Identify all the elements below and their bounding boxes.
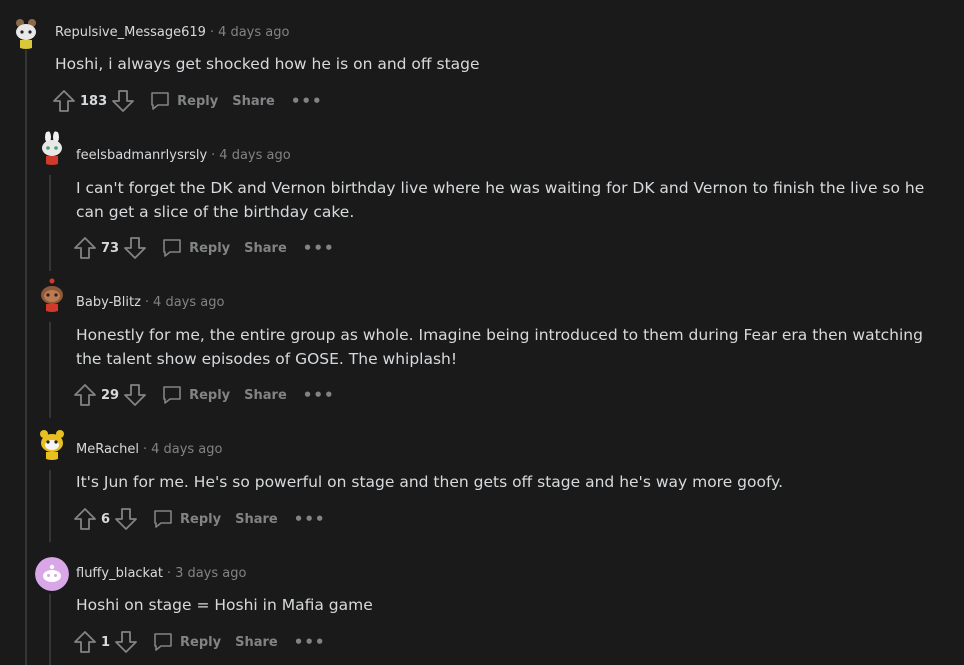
thread-line-reply-2[interactable]: [49, 322, 51, 418]
separator-dot: ·: [209, 25, 215, 40]
avatar[interactable]: [35, 278, 69, 312]
vote-score: 29: [101, 387, 120, 403]
reply-button[interactable]: Reply: [149, 90, 218, 112]
thread-line-root[interactable]: [25, 50, 27, 665]
more-options-icon[interactable]: •••: [294, 633, 326, 651]
reply-label: Reply: [180, 511, 222, 527]
comment-icon: [151, 92, 169, 110]
separator-dot: ·: [211, 148, 216, 163]
comment-icon: [154, 633, 172, 651]
timestamp[interactable]: 4 days ago: [219, 148, 290, 163]
avatar[interactable]: [35, 426, 69, 460]
comment-icon: [163, 239, 181, 257]
downvote-icon[interactable]: [123, 236, 147, 260]
reply-button[interactable]: Reply: [161, 384, 230, 406]
reply-label: Reply: [180, 634, 222, 650]
reply-button[interactable]: Reply: [161, 237, 230, 259]
share-button[interactable]: Share: [235, 512, 278, 527]
reply-label: Reply: [177, 93, 219, 109]
comment-icon: [163, 386, 181, 404]
comment-body: Honestly for me, the entire group as who…: [76, 326, 923, 368]
downvote-icon[interactable]: [123, 383, 147, 407]
comment-actions: 29 Reply Share •••: [73, 383, 335, 407]
more-options-icon[interactable]: •••: [303, 386, 335, 404]
reply-button[interactable]: Reply: [152, 508, 221, 530]
author-name[interactable]: Repulsive_Message619: [55, 25, 206, 40]
author-name[interactable]: MeRachel: [76, 442, 139, 457]
vote-score: 73: [101, 240, 120, 256]
downvote-icon[interactable]: [114, 507, 138, 531]
reply-button[interactable]: Reply: [152, 631, 221, 653]
more-options-icon[interactable]: •••: [294, 510, 326, 528]
comment-body: Hoshi on stage = Hoshi in Mafia game: [76, 596, 373, 614]
more-options-icon[interactable]: •••: [291, 92, 323, 110]
comment-thread: Repulsive_Message619 · 4 days ago Hoshi, i…: [0, 0, 964, 665]
comment-meta: Repulsive_Message619 · 4 days ago: [55, 25, 289, 41]
comment-meta: feelsbadmanrlysrsly · 4 days ago: [76, 148, 291, 164]
more-options-icon[interactable]: •••: [303, 239, 335, 257]
share-button[interactable]: Share: [232, 94, 275, 109]
comment-actions: 1 Reply Share •••: [73, 630, 326, 654]
comment-body: Hoshi, i always get shocked how he is on…: [55, 55, 480, 73]
reply-label: Reply: [189, 387, 231, 403]
vote-score: 6: [101, 511, 111, 527]
comment-meta: MeRachel · 4 days ago: [76, 442, 222, 458]
avatar[interactable]: [35, 557, 69, 591]
author-name[interactable]: feelsbadmanrlysrsly: [76, 148, 207, 163]
reply-label: Reply: [189, 240, 231, 256]
avatar[interactable]: [35, 131, 69, 165]
upvote-icon[interactable]: [73, 383, 97, 407]
upvote-icon[interactable]: [73, 630, 97, 654]
vote-score: 183: [80, 93, 108, 109]
comment-actions: 183 Reply Share •••: [52, 89, 323, 113]
separator-dot: ·: [166, 566, 172, 581]
comment-actions: 73 Reply Share •••: [73, 236, 335, 260]
downvote-icon[interactable]: [114, 630, 138, 654]
timestamp[interactable]: 4 days ago: [151, 442, 222, 457]
comment-meta: fluffy_blackat · 3 days ago: [76, 566, 246, 582]
upvote-icon[interactable]: [73, 507, 97, 531]
comment-meta: Baby-Blitz · 4 days ago: [76, 295, 224, 311]
author-name[interactable]: fluffy_blackat: [76, 566, 163, 581]
downvote-icon[interactable]: [111, 89, 135, 113]
comment-body: I can't forget the DK and Vernon birthda…: [76, 179, 925, 221]
timestamp[interactable]: 4 days ago: [218, 25, 289, 40]
author-name[interactable]: Baby-Blitz: [76, 295, 141, 310]
thread-line-reply-1[interactable]: [49, 175, 51, 271]
comment-actions: 6 Reply Share •••: [73, 507, 326, 531]
share-button[interactable]: Share: [235, 635, 278, 650]
upvote-icon[interactable]: [52, 89, 76, 113]
avatar[interactable]: [9, 15, 43, 49]
separator-dot: ·: [144, 295, 150, 310]
timestamp[interactable]: 4 days ago: [153, 295, 224, 310]
comment-icon: [154, 510, 172, 528]
share-button[interactable]: Share: [244, 241, 287, 256]
timestamp[interactable]: 3 days ago: [175, 566, 246, 581]
thread-line-reply-4[interactable]: [49, 594, 51, 665]
share-button[interactable]: Share: [244, 388, 287, 403]
upvote-icon[interactable]: [73, 236, 97, 260]
vote-score: 1: [101, 634, 111, 650]
separator-dot: ·: [142, 442, 148, 457]
comment-body: It's Jun for me. He's so powerful on sta…: [76, 473, 784, 491]
thread-line-reply-3[interactable]: [49, 470, 51, 542]
